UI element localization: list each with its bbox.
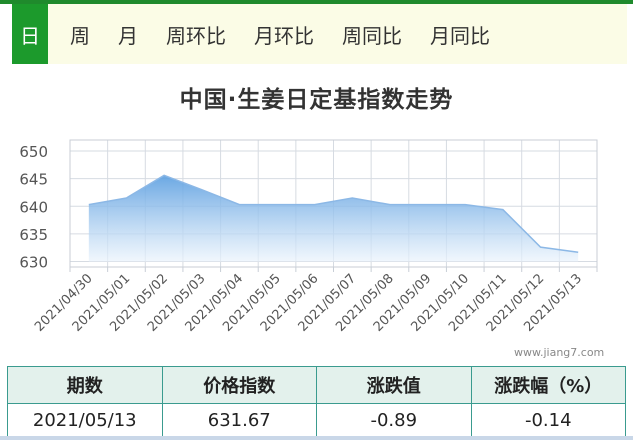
period-tab-bar: 日 周 月 周环比 月环比 周同比 月同比 [12, 4, 627, 64]
cell-change-value: -0.89 [316, 403, 472, 437]
tab-month-year-over-year[interactable]: 月同比 [416, 4, 504, 64]
y-tick-label: 640 [19, 198, 48, 216]
bottom-border [0, 436, 633, 440]
cell-change-percent: -0.14 [470, 403, 626, 437]
chart-title: 中国·生姜日定基指数走势 [179, 87, 454, 113]
summary-header-row: 期数 价格指数 涨跌值 涨跌幅（%） [7, 366, 626, 404]
cell-period: 2021/05/13 [7, 403, 163, 437]
summary-data-row: 2021/05/13 631.67 -0.89 -0.14 [7, 403, 626, 437]
y-tick-label: 630 [19, 253, 48, 271]
y-tick-label: 645 [19, 171, 48, 189]
summary-table: 期数 价格指数 涨跌值 涨跌幅（%） 2021/05/13 631.67 -0.… [7, 366, 626, 437]
y-tick-label: 635 [19, 226, 48, 244]
header-change-value: 涨跌值 [316, 366, 472, 404]
cell-price-index: 631.67 [161, 403, 317, 437]
watermark: www.jiang7.com [514, 346, 605, 359]
index-trend-chart: 630635640645650 2021/04/302021/05/012021… [19, 139, 598, 335]
tab-week-year-over-year[interactable]: 周同比 [328, 4, 416, 64]
tab-week[interactable]: 周 [56, 4, 104, 64]
tab-day[interactable]: 日 [12, 4, 48, 64]
y-tick-label: 650 [19, 143, 48, 161]
tab-month[interactable]: 月 [104, 4, 152, 64]
tab-month-over-month[interactable]: 月环比 [240, 4, 328, 64]
header-period: 期数 [7, 366, 163, 404]
header-price-index: 价格指数 [161, 366, 317, 404]
header-change-percent: 涨跌幅（%） [470, 366, 626, 404]
tab-week-over-week[interactable]: 周环比 [152, 4, 240, 64]
